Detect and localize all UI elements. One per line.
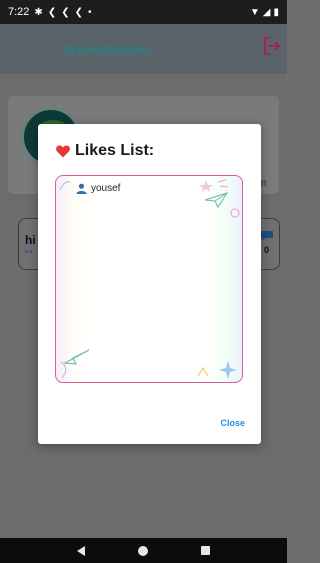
signal-icon: ◢ xyxy=(262,6,271,18)
navigation-bar xyxy=(0,538,287,563)
doodle-icon xyxy=(230,208,240,218)
app-title: BrainyBaddies xyxy=(62,42,154,57)
dialog-title: Likes List: xyxy=(75,142,155,159)
status-bar: 7:22 ✱ ❮ ❮ ❮ • ▼ ◢ ▮ xyxy=(0,0,287,24)
wifi-icon: ▼ xyxy=(249,6,260,18)
user-icon xyxy=(76,183,87,194)
likes-list: yousef xyxy=(55,175,243,383)
chevron-icon: ❮ xyxy=(74,6,83,18)
status-time: 7:22 xyxy=(8,6,30,18)
battery-icon: ▮ xyxy=(273,6,279,18)
paper-plane-icon xyxy=(204,192,228,208)
doodle-icon xyxy=(60,361,67,379)
like-user-name: yousef xyxy=(91,183,121,194)
chevron-icon: ❮ xyxy=(47,6,57,18)
settings-icon: ✱ xyxy=(34,6,43,18)
post-meta: ■ ■ xyxy=(25,249,33,255)
list-item: yousef xyxy=(76,183,120,194)
heart-icon xyxy=(56,144,70,157)
close-button[interactable]: Close xyxy=(220,418,245,428)
dialog-header: Likes List: xyxy=(56,142,154,160)
comment-count: 0 xyxy=(263,245,269,255)
post-text: hi xyxy=(25,233,36,247)
chevron-icon: ❮ xyxy=(61,6,70,18)
dot-icon: • xyxy=(87,6,92,18)
back-arrow-icon[interactable]: ← xyxy=(24,38,40,56)
likes-dialog: Likes List: yousef Close xyxy=(38,124,261,444)
app-bar: ← BrainyBaddies xyxy=(0,24,287,74)
nav-recents-icon[interactable] xyxy=(201,546,211,555)
doodle-icon xyxy=(197,366,209,377)
nav-back-icon[interactable] xyxy=(76,545,85,556)
star-icon xyxy=(199,179,229,192)
doodle-icon xyxy=(59,181,71,191)
comment-icon xyxy=(261,231,273,241)
nav-home-icon[interactable] xyxy=(137,545,148,556)
star-icon xyxy=(219,361,237,379)
logout-icon[interactable] xyxy=(263,36,281,56)
